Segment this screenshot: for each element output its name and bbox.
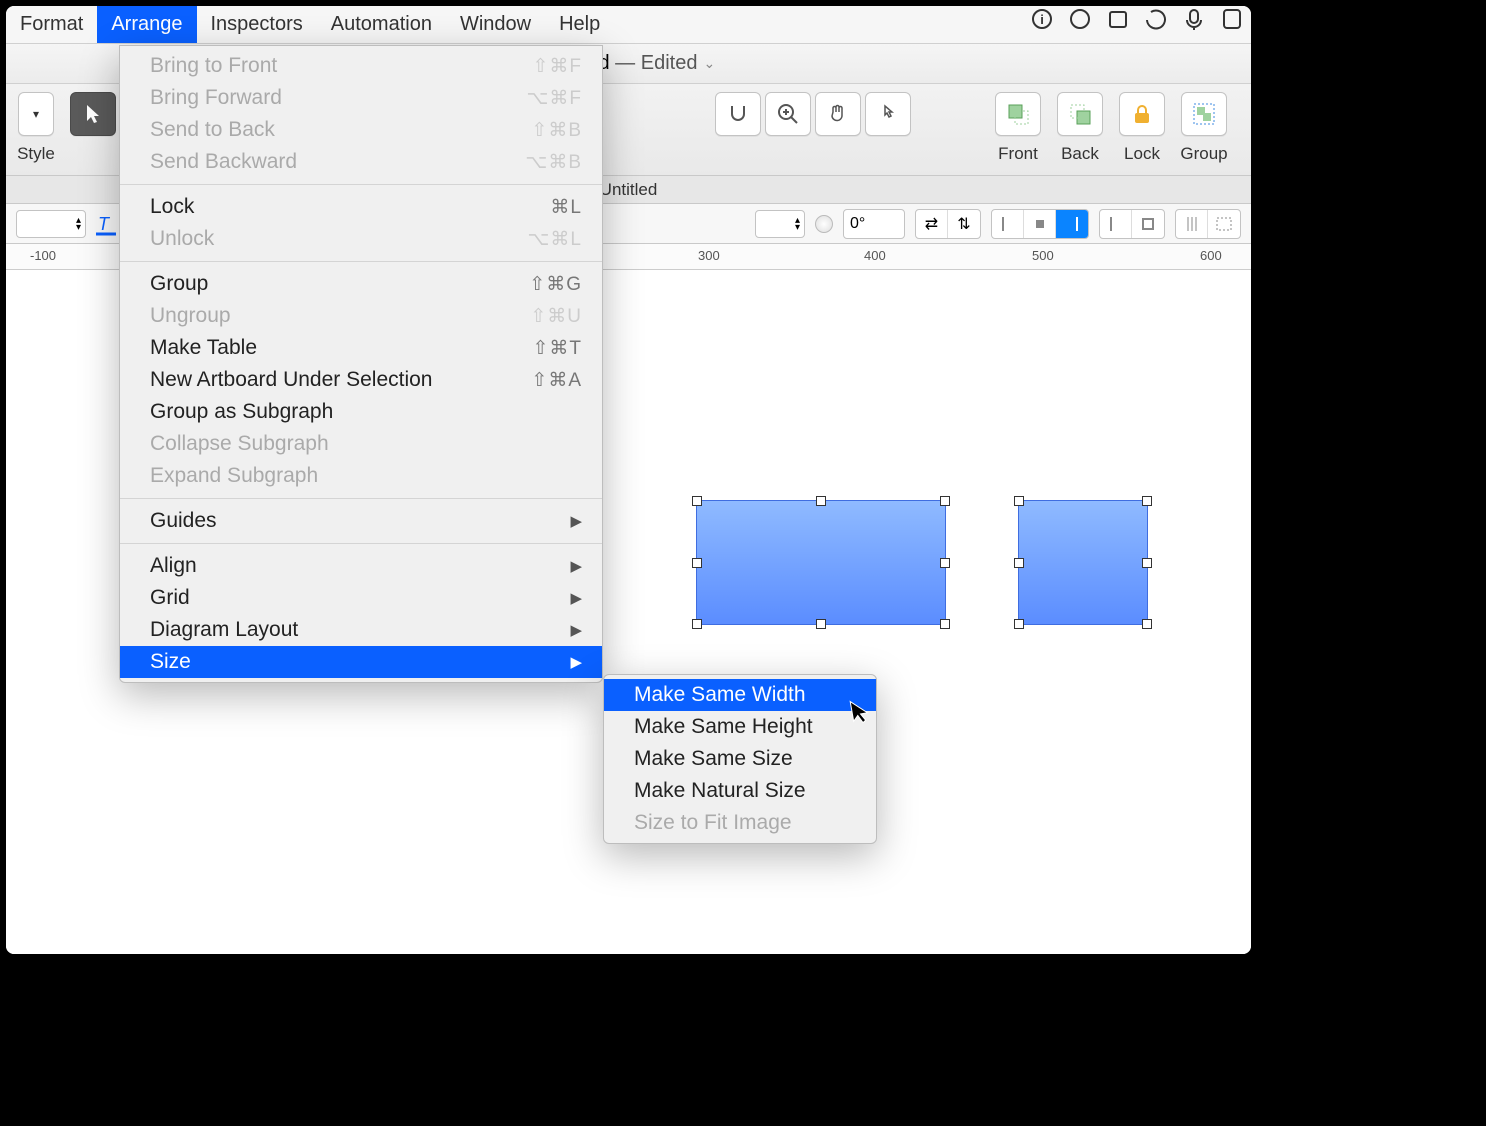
menu-item-collapse-subgraph: Collapse Subgraph (120, 428, 602, 460)
menu-item-group-as-subgraph[interactable]: Group as Subgraph (120, 396, 602, 428)
align-right-icon[interactable] (1056, 210, 1088, 238)
menu-item-new-artboard-under-selection[interactable]: New Artboard Under Selection⇧⌘A (120, 364, 602, 396)
selection-marquee-icon[interactable] (1208, 210, 1240, 238)
pan-tool[interactable] (815, 92, 861, 136)
selection-lines-icon[interactable] (1176, 210, 1208, 238)
info-icon[interactable]: i (1029, 6, 1055, 32)
pointer-tool[interactable] (70, 92, 116, 136)
chevron-down-icon[interactable]: ⌄ (703, 55, 715, 72)
svg-text:T: T (98, 214, 111, 234)
cloud-icon[interactable] (1067, 6, 1093, 32)
submenu-item-size-to-fit-image: Size to Fit Image (604, 807, 876, 839)
menu-automation[interactable]: Automation (317, 6, 446, 43)
submenu-item-make-same-size[interactable]: Make Same Size (604, 743, 876, 775)
menu-format[interactable]: Format (6, 6, 97, 43)
mic-icon[interactable] (1181, 6, 1207, 32)
style-label: Style (17, 144, 55, 164)
flip-controls[interactable]: ⇄ ⇅ (915, 209, 981, 239)
submenu-item-make-same-width[interactable]: Make Same Width (604, 679, 876, 711)
ruler-tick: 600 (1200, 248, 1222, 263)
back-button[interactable] (1057, 92, 1103, 136)
snap-tool[interactable] (715, 92, 761, 136)
flip-vertical-icon[interactable]: ⇅ (948, 210, 980, 238)
menu-item-grid[interactable]: Grid▶ (120, 582, 602, 614)
style-dropdown[interactable]: ▾ (18, 92, 54, 136)
menu-item-lock[interactable]: Lock⌘L (120, 191, 602, 223)
svg-text:i: i (1040, 12, 1044, 27)
flip-horizontal-icon[interactable]: ⇄ (916, 210, 948, 238)
shape-segment[interactable] (1099, 209, 1165, 239)
shape-line-icon[interactable] (1100, 210, 1132, 238)
menu-window[interactable]: Window (446, 6, 545, 43)
rotation-dial[interactable] (815, 215, 833, 233)
align-left-icon[interactable] (992, 210, 1024, 238)
submenu-item-make-natural-size[interactable]: Make Natural Size (604, 775, 876, 807)
rotation-input[interactable]: 0° (843, 209, 905, 239)
shape-square-icon[interactable] (1132, 210, 1164, 238)
ruler-tick: -100 (30, 248, 56, 263)
menu-arrange[interactable]: Arrange (97, 6, 196, 43)
menubar: Format Arrange Inspectors Automation Win… (6, 6, 1251, 44)
selected-shape-2[interactable] (1018, 500, 1148, 625)
menu-inspectors[interactable]: Inspectors (197, 6, 317, 43)
text-color-icon[interactable]: T (96, 212, 116, 236)
front-button[interactable] (995, 92, 1041, 136)
calendar-icon[interactable] (1105, 6, 1131, 32)
menu-item-make-table[interactable]: Make Table⇧⌘T (120, 332, 602, 364)
menu-item-size[interactable]: Size▶ (120, 646, 602, 678)
shield-icon[interactable] (1219, 6, 1245, 32)
menu-item-group[interactable]: Group⇧⌘G (120, 268, 602, 300)
menu-item-diagram-layout[interactable]: Diagram Layout▶ (120, 614, 602, 646)
click-tool[interactable] (865, 92, 911, 136)
lock-button[interactable] (1119, 92, 1165, 136)
doc-edited: Edited (641, 52, 698, 75)
front-label: Front (998, 144, 1038, 164)
font-size-stepper[interactable]: ▴▾ (16, 210, 86, 238)
menu-item-bring-forward: Bring Forward⌥⌘F (120, 82, 602, 114)
submenu-item-make-same-height[interactable]: Make Same Height (604, 711, 876, 743)
menu-item-bring-to-front: Bring to Front⇧⌘F (120, 50, 602, 82)
align-segment[interactable] (991, 209, 1089, 239)
stroke-stepper[interactable]: ▴▾ (755, 210, 805, 238)
size-submenu: Make Same WidthMake Same HeightMake Same… (603, 674, 877, 844)
group-label: Group (1180, 144, 1227, 164)
menu-help[interactable]: Help (545, 6, 614, 43)
selected-shape-1[interactable] (696, 500, 946, 625)
menu-item-guides[interactable]: Guides▶ (120, 505, 602, 537)
arrange-menu: Bring to Front⇧⌘FBring Forward⌥⌘FSend to… (119, 45, 603, 683)
back-label: Back (1061, 144, 1099, 164)
group-button[interactable] (1181, 92, 1227, 136)
menu-item-ungroup: Ungroup⇧⌘U (120, 300, 602, 332)
lock-label: Lock (1124, 144, 1160, 164)
menu-item-unlock: Unlock⌥⌘L (120, 223, 602, 255)
menu-item-align[interactable]: Align▶ (120, 550, 602, 582)
ruler-tick: 400 (864, 248, 886, 263)
sync-icon[interactable] (1143, 6, 1169, 32)
ruler-tick: 500 (1032, 248, 1054, 263)
align-center-icon[interactable] (1024, 210, 1056, 238)
menu-item-expand-subgraph: Expand Subgraph (120, 460, 602, 492)
zoom-tool[interactable] (765, 92, 811, 136)
selection-segment[interactable] (1175, 209, 1241, 239)
ruler-tick: 300 (698, 248, 720, 263)
menu-item-send-backward: Send Backward⌥⌘B (120, 146, 602, 178)
menu-item-send-to-back: Send to Back⇧⌘B (120, 114, 602, 146)
